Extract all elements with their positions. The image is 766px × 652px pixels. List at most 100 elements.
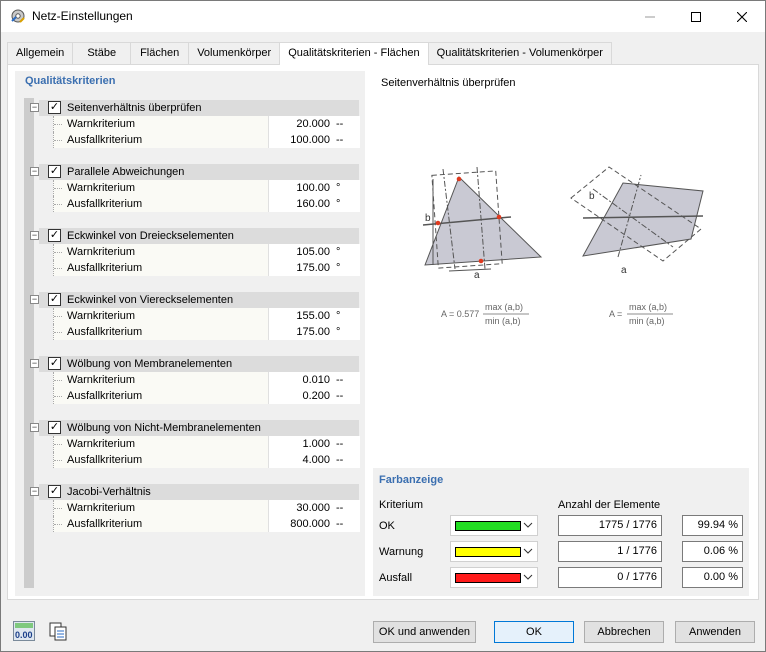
color-swatch: [455, 547, 521, 557]
formula-left: A = 0.577 max (a,b) min (a,b): [441, 302, 529, 326]
row-label: Warnkriterium: [67, 438, 136, 450]
color-row-warning: Warnung 1 / 1776 0.06 %: [373, 541, 749, 563]
label-a: a: [621, 265, 627, 276]
decimal-places-button[interactable]: 0.00: [13, 621, 37, 641]
color-select-failure[interactable]: [450, 567, 538, 588]
unit: --: [336, 134, 344, 146]
chevron-down-icon: [523, 522, 533, 528]
formula-denominator: min (a,b): [485, 316, 521, 326]
criterion-aspect-ratio: − ✓ Seitenverhältnis überprüfen Warnkrit…: [25, 98, 360, 162]
ok-button[interactable]: OK: [494, 621, 574, 643]
unit: --: [336, 518, 344, 530]
status-label: OK: [379, 520, 395, 532]
criterion-quad-angle: − ✓ Eckwinkel von Viereckselementen Warn…: [25, 290, 360, 354]
warn-row: Warnkriterium 1.000 --: [53, 436, 360, 452]
criterion-checkbox[interactable]: ✓: [48, 101, 61, 114]
maximize-button[interactable]: [673, 1, 719, 32]
criterion-checkbox[interactable]: ✓: [48, 357, 61, 370]
count-field: 1775 / 1776: [558, 515, 662, 536]
row-label: Ausfallkriterium: [67, 390, 143, 402]
tab-allgemein[interactable]: Allgemein: [7, 42, 74, 64]
collapse-icon[interactable]: −: [30, 103, 39, 112]
count-field: 0 / 1776: [558, 567, 662, 588]
decimal-places-icon: 0.00: [13, 621, 35, 641]
collapse-icon[interactable]: −: [30, 167, 39, 176]
criterion-checkbox[interactable]: ✓: [48, 485, 61, 498]
criterion-label: Seitenverhältnis überprüfen: [67, 102, 202, 114]
label-b: b: [425, 213, 431, 224]
ok-and-apply-button[interactable]: OK und anwenden: [373, 621, 476, 643]
criterion-label: Wölbung von Membranelementen: [67, 358, 233, 370]
count-field: 1 / 1776: [558, 541, 662, 562]
row-label: Ausfallkriterium: [67, 262, 143, 274]
label-b: b: [589, 191, 595, 202]
minimize-button[interactable]: [627, 1, 673, 32]
criterion-nonmembrane-warping: − ✓ Wölbung von Nicht-Membranelementen W…: [25, 418, 360, 482]
row-label: Ausfallkriterium: [67, 518, 143, 530]
criterion-checkbox[interactable]: ✓: [48, 421, 61, 434]
criterion-checkbox[interactable]: ✓: [48, 165, 61, 178]
unit: °: [336, 246, 341, 258]
fail-row: Ausfallkriterium 160.00 °: [53, 196, 360, 212]
quality-criteria-group: Qualitätskriterien − ✓ Seitenverhältnis …: [15, 71, 365, 596]
criterion-column-header: Kriterium: [379, 499, 424, 511]
unit: °: [336, 326, 341, 338]
tab-qualitaetskriterien-volumenkoerper[interactable]: Qualitätskriterien - Volumenkörper: [427, 42, 612, 64]
close-icon: [737, 11, 747, 22]
unit: --: [336, 502, 344, 514]
tab-bar: Allgemein Stäbe Flächen Volumenkörper Qu…: [7, 42, 612, 65]
fail-row: Ausfallkriterium 800.000 --: [53, 516, 360, 532]
percent-field: 99.94 %: [682, 515, 743, 536]
tab-qualitaetskriterien-flaechen[interactable]: Qualitätskriterien - Flächen: [279, 42, 429, 65]
tab-flaechen[interactable]: Flächen: [130, 42, 190, 64]
criterion-checkbox[interactable]: ✓: [48, 293, 61, 306]
criterion-label: Wölbung von Nicht-Membranelementen: [67, 422, 261, 434]
percent-field: 0.06 %: [682, 541, 743, 562]
unit: --: [336, 390, 344, 402]
status-label: Ausfall: [379, 572, 413, 584]
tab-volumenkoerper[interactable]: Volumenkörper: [188, 42, 281, 64]
dim-line-a: [448, 268, 492, 272]
minimize-icon: [645, 16, 655, 17]
label-a: a: [474, 270, 480, 281]
cancel-button[interactable]: Abbrechen: [584, 621, 664, 643]
window-title: Netz-Einstellungen: [32, 9, 133, 23]
criterion-triangle-angle: − ✓ Eckwinkel von Dreieckselementen Warn…: [25, 226, 360, 290]
criteria-list: − ✓ Seitenverhältnis überprüfen Warnkrit…: [25, 98, 360, 546]
quadrilateral-sketch: b a: [570, 166, 704, 276]
collapse-icon[interactable]: −: [30, 487, 39, 496]
row-label: Warnkriterium: [67, 502, 136, 514]
warn-row: Warnkriterium 155.00 °: [53, 308, 360, 324]
collapse-icon[interactable]: −: [30, 359, 39, 368]
formula-prefix: A = 0.577: [441, 309, 479, 319]
mesh-settings-app-icon: [11, 9, 25, 23]
copy-settings-button[interactable]: [47, 621, 71, 641]
criterion-checkbox[interactable]: ✓: [48, 229, 61, 242]
criterion-label: Parallele Abweichungen: [67, 166, 185, 178]
collapse-icon[interactable]: −: [30, 423, 39, 432]
unit: °: [336, 262, 341, 274]
color-swatch: [455, 521, 521, 531]
unit: °: [336, 198, 341, 210]
color-select-ok[interactable]: [450, 515, 538, 536]
row-label: Warnkriterium: [67, 374, 136, 386]
collapse-icon[interactable]: −: [30, 231, 39, 240]
formula-right: A = max (a,b) min (a,b): [609, 302, 673, 326]
color-select-warning[interactable]: [450, 541, 538, 562]
criterion-parallel-deviation: − ✓ Parallele Abweichungen Warnkriterium…: [25, 162, 360, 226]
fail-row: Ausfallkriterium 0.200 --: [53, 388, 360, 404]
formula-prefix: A =: [609, 309, 622, 319]
close-button[interactable]: [719, 1, 765, 32]
warn-row: Warnkriterium 20.000 --: [53, 116, 360, 132]
triangle-shape: [424, 176, 543, 266]
color-swatch: [455, 573, 521, 583]
tab-staebe[interactable]: Stäbe: [72, 42, 132, 64]
title-bar: Netz-Einstellungen: [1, 1, 765, 32]
criterion-label: Jacobi-Verhältnis: [67, 486, 151, 498]
node-marker: [496, 214, 502, 220]
collapse-icon[interactable]: −: [30, 295, 39, 304]
criterion-label: Eckwinkel von Viereckselementen: [67, 294, 234, 306]
apply-button[interactable]: Anwenden: [675, 621, 755, 643]
node-marker: [456, 176, 462, 182]
row-label: Warnkriterium: [67, 182, 136, 194]
